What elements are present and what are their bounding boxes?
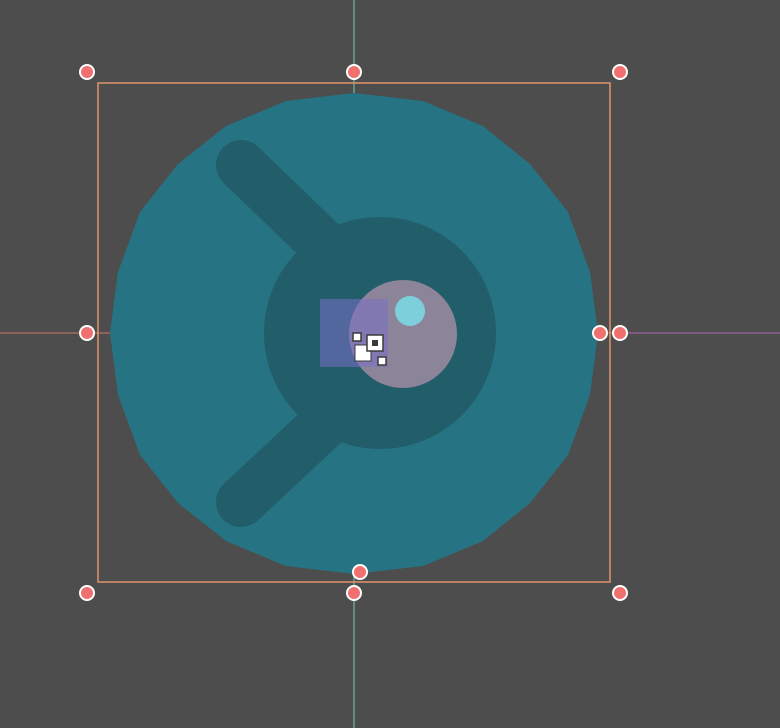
handle-bottom-center[interactable] — [346, 585, 362, 601]
handle-middle-left[interactable] — [79, 325, 95, 341]
handle-middle-right[interactable] — [612, 325, 628, 341]
canvas-viewport[interactable] — [0, 0, 780, 728]
pivot-icon[interactable] — [352, 332, 387, 366]
handle-bottom-center-inner[interactable] — [352, 564, 368, 580]
handle-top-center[interactable] — [346, 64, 362, 80]
handle-top-left[interactable] — [79, 64, 95, 80]
sprite-pupil — [395, 296, 425, 326]
handle-bottom-left[interactable] — [79, 585, 95, 601]
handle-top-right[interactable] — [612, 64, 628, 80]
handle-bottom-right[interactable] — [612, 585, 628, 601]
handle-middle-right-inner[interactable] — [592, 325, 608, 341]
viewport-canvas[interactable] — [0, 0, 780, 728]
